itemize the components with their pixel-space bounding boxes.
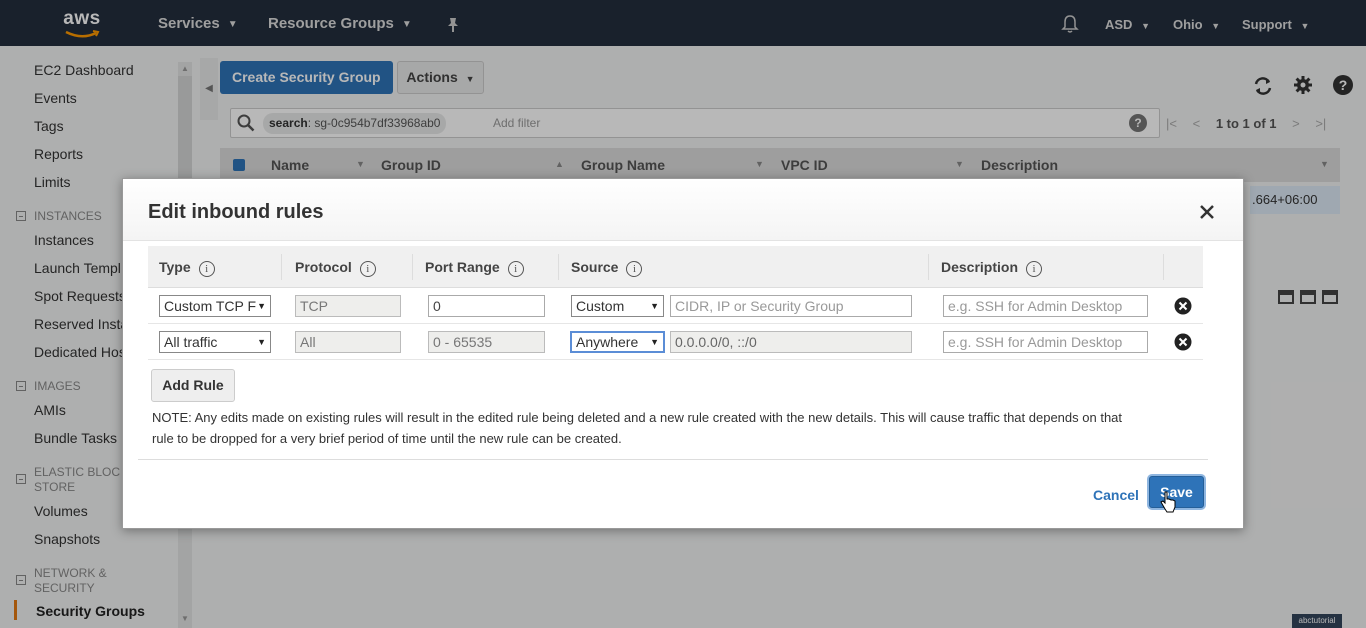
info-icon[interactable]: i [359, 261, 376, 277]
description-input[interactable]: e.g. SSH for Admin Desktop [943, 331, 1148, 353]
column-divider [558, 254, 559, 280]
info-icon[interactable]: i [626, 261, 643, 277]
description-input[interactable]: e.g. SSH for Admin Desktop [943, 295, 1148, 317]
col-protocol: Protocol i [295, 259, 376, 277]
col-protocol-label: Protocol [295, 259, 352, 275]
port-range-field: 0 - 65535 [428, 331, 545, 353]
column-divider [412, 254, 413, 280]
rule-row: All traffic ▼ All 0 - 65535 Anywhere ▼ 0.0… [148, 324, 1203, 360]
save-button[interactable]: Save [1149, 476, 1204, 508]
footer-divider [138, 459, 1208, 460]
col-source-label: Source [571, 259, 619, 275]
source-type-value: Anywhere [576, 334, 639, 350]
dialog-header: Edit inbound rules [123, 179, 1243, 241]
type-select[interactable]: Custom TCP F ▼ [159, 295, 271, 317]
note-line-2: rule to be dropped for a very brief peri… [152, 431, 622, 446]
source-cidr-input[interactable]: CIDR, IP or Security Group [670, 295, 912, 317]
type-value: Custom TCP F [164, 298, 257, 314]
col-description: Description i [941, 259, 1043, 277]
dialog-title: Edit inbound rules [148, 201, 324, 223]
rule-row: Custom TCP F ▼ TCP 0 Custom ▼ CIDR, IP or … [148, 288, 1203, 324]
cancel-button[interactable]: Cancel [1093, 487, 1139, 503]
col-source: Source i [571, 259, 643, 277]
edit-inbound-rules-dialog: Edit inbound rules Type i Protocol i Port … [122, 178, 1244, 529]
protocol-field: All [295, 331, 401, 353]
source-type-select[interactable]: Anywhere ▼ [570, 331, 665, 353]
dropdown-arrow-icon: ▼ [650, 301, 659, 311]
delete-rule-icon[interactable] [1174, 297, 1192, 315]
add-rule-button[interactable]: Add Rule [151, 369, 235, 402]
dropdown-arrow-icon: ▼ [257, 301, 266, 311]
edit-note: NOTE: Any edits made on existing rules w… [152, 407, 1212, 449]
delete-rule-icon[interactable] [1174, 333, 1192, 351]
note-line-1: NOTE: Any edits made on existing rules w… [152, 410, 1123, 425]
info-icon[interactable]: i [1026, 261, 1043, 277]
column-divider [1163, 254, 1164, 280]
col-type: Type i [159, 259, 215, 277]
column-divider [281, 254, 282, 280]
dropdown-arrow-icon: ▼ [257, 337, 266, 347]
source-type-value: Custom [576, 298, 625, 314]
col-description-label: Description [941, 259, 1019, 275]
type-value: All traffic [164, 334, 218, 350]
rules-table-header: Type i Protocol i Port Range i Source i Desc… [148, 246, 1203, 288]
col-port-range: Port Range i [425, 259, 524, 277]
protocol-field: TCP [295, 295, 401, 317]
dropdown-arrow-icon: ▼ [650, 337, 659, 347]
port-range-input[interactable]: 0 [428, 295, 545, 317]
column-divider [928, 254, 929, 280]
col-port-range-label: Port Range [425, 259, 500, 275]
source-type-select[interactable]: Custom ▼ [571, 295, 664, 317]
hand-cursor-icon [1160, 491, 1176, 513]
source-cidr-field: 0.0.0.0/0, ::/0 [670, 331, 912, 353]
close-icon[interactable] [1198, 203, 1216, 221]
info-icon[interactable]: i [198, 261, 215, 277]
info-icon[interactable]: i [507, 261, 524, 277]
col-type-label: Type [159, 259, 191, 275]
type-select[interactable]: All traffic ▼ [159, 331, 271, 353]
